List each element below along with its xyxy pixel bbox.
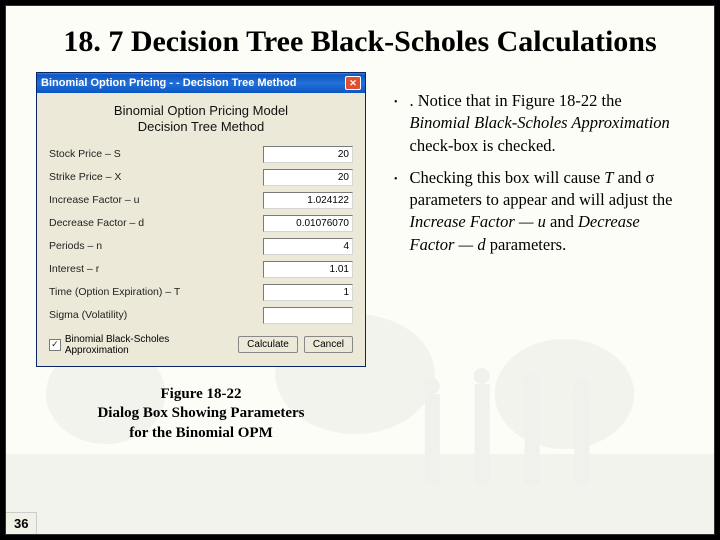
bullet-2: • Checking this box will cause T and σ p… (388, 167, 686, 256)
label-periods: Periods – n (49, 240, 263, 252)
label-stock-price: Stock Price – S (49, 148, 263, 160)
input-strike-price[interactable] (263, 169, 353, 186)
close-icon[interactable]: ✕ (345, 76, 361, 90)
label-time: Time (Option Expiration) – T (49, 286, 263, 298)
cancel-button[interactable]: Cancel (304, 336, 353, 353)
dialog-heading-line1: Binomial Option Pricing Model (49, 103, 353, 119)
checkbox-bs-approx[interactable]: ✓ (49, 339, 61, 351)
label-interest: Interest – r (49, 263, 263, 275)
label-sigma: Sigma (Volatility) (49, 309, 263, 321)
page-number: 36 (6, 512, 37, 534)
dialog-titlebar: Binomial Option Pricing - - Decision Tre… (37, 73, 365, 93)
input-decrease-factor[interactable] (263, 215, 353, 232)
dialog-heading-line2: Decision Tree Method (49, 119, 353, 135)
input-time[interactable] (263, 284, 353, 301)
bullet-1: • . Notice that in Figure 18-22 the Bino… (388, 90, 686, 157)
calculate-button[interactable]: Calculate (238, 336, 298, 353)
input-stock-price[interactable] (263, 146, 353, 163)
bullet-marker-icon: • (388, 90, 410, 157)
checkbox-label: Binomial Black-Scholes Approximation (65, 334, 232, 356)
input-increase-factor[interactable] (263, 192, 353, 209)
label-increase-factor: Increase Factor – u (49, 194, 263, 206)
dialog-title-text: Binomial Option Pricing - - Decision Tre… (41, 77, 296, 89)
slide-title: 18. 7 Decision Tree Black-Scholes Calcul… (6, 6, 714, 72)
bullet-marker-icon: • (388, 167, 410, 256)
input-periods[interactable] (263, 238, 353, 255)
input-interest[interactable] (263, 261, 353, 278)
figure-caption: Figure 18-22 Dialog Box Showing Paramete… (36, 385, 366, 444)
input-sigma[interactable] (263, 307, 353, 324)
label-decrease-factor: Decrease Factor – d (49, 217, 263, 229)
label-strike-price: Strike Price – X (49, 171, 263, 183)
dialog-window: Binomial Option Pricing - - Decision Tre… (36, 72, 366, 367)
